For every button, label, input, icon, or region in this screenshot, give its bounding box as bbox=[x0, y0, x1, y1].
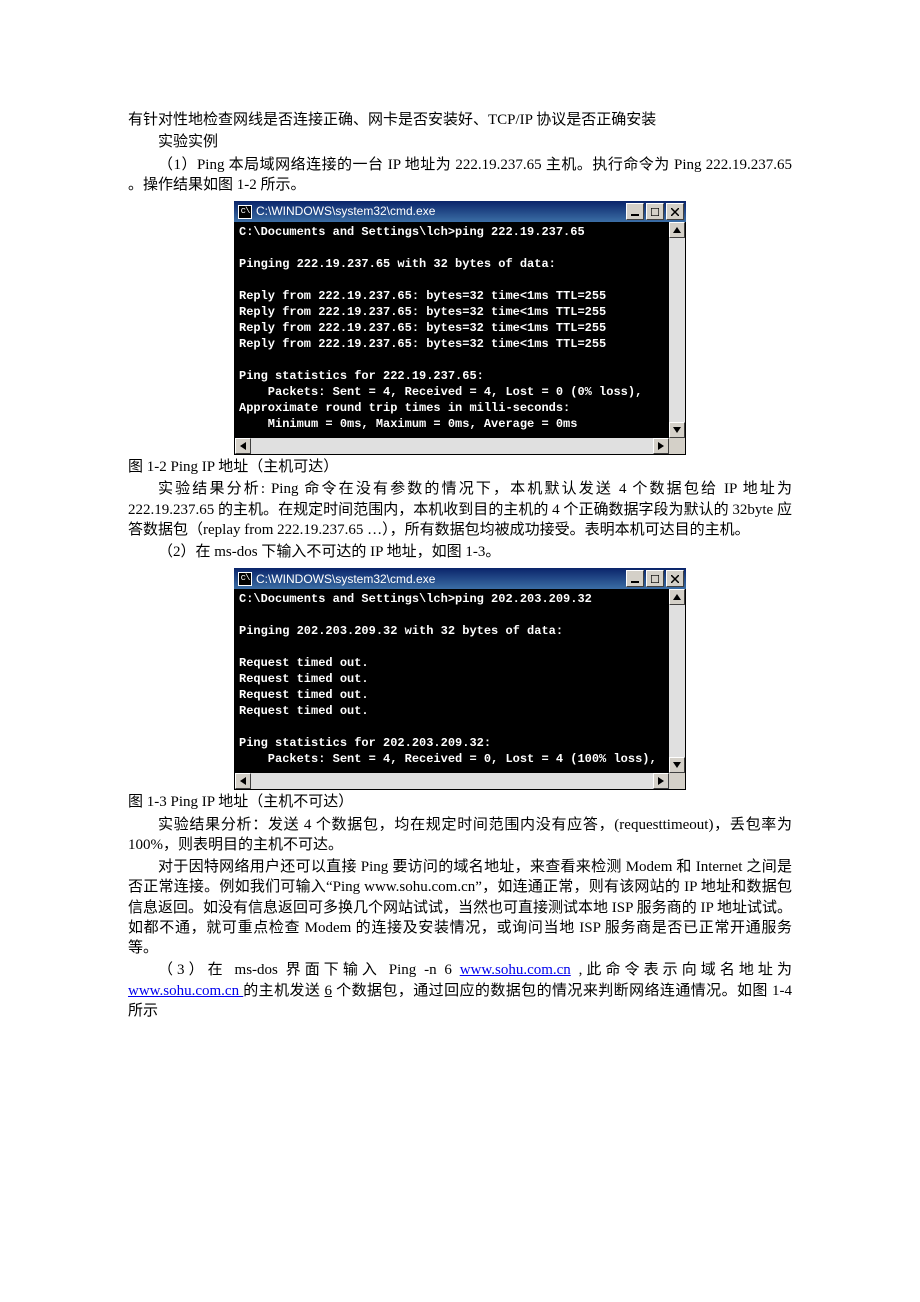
paragraph: （1）Ping 本局域网络连接的一台 IP 地址为 222.19.237.65 … bbox=[128, 155, 792, 196]
scroll-up-button[interactable] bbox=[669, 589, 685, 605]
vertical-scrollbar[interactable] bbox=[669, 589, 685, 773]
scroll-left-button[interactable] bbox=[235, 773, 251, 789]
close-icon bbox=[671, 208, 679, 216]
close-icon bbox=[671, 575, 679, 583]
close-button[interactable] bbox=[666, 203, 684, 220]
scroll-corner bbox=[669, 773, 685, 789]
minimize-button[interactable] bbox=[626, 203, 644, 220]
chevron-down-icon bbox=[673, 762, 681, 768]
scroll-track[interactable] bbox=[251, 773, 653, 789]
scroll-corner bbox=[669, 438, 685, 454]
cmd-window: c\ C:\WINDOWS\system32\cmd.exe C:\Docume… bbox=[234, 201, 686, 455]
close-button[interactable] bbox=[666, 570, 684, 587]
link-sohu[interactable]: www.sohu.com.cn bbox=[128, 983, 243, 999]
cmd-output: C:\Documents and Settings\lch>ping 202.2… bbox=[235, 589, 669, 773]
cmd-icon: c\ bbox=[238, 205, 252, 219]
minimize-button[interactable] bbox=[626, 570, 644, 587]
paragraph: （3）在 ms-dos 界面下输入 Ping -n 6 www.sohu.com… bbox=[128, 960, 792, 1021]
minimize-icon bbox=[631, 208, 639, 216]
chevron-left-icon bbox=[240, 777, 246, 785]
scroll-track[interactable] bbox=[669, 605, 685, 757]
cmd-icon: c\ bbox=[238, 572, 252, 586]
paragraph: 对于因特网络用户还可以直接 Ping 要访问的域名地址，来查看来检测 Modem… bbox=[128, 857, 792, 958]
link-sohu[interactable]: www.sohu.com.cn bbox=[460, 962, 571, 978]
paragraph: 实验结果分析：发送 4 个数据包，均在规定时间范围内没有应答，(requestt… bbox=[128, 815, 792, 856]
paragraph: 实验实例 bbox=[128, 132, 792, 152]
scroll-track[interactable] bbox=[251, 438, 653, 454]
horizontal-scrollbar[interactable] bbox=[235, 438, 685, 454]
cmd-title-text: C:\WINDOWS\system32\cmd.exe bbox=[256, 571, 435, 587]
maximize-button[interactable] bbox=[646, 570, 664, 587]
maximize-icon bbox=[651, 208, 659, 216]
document-page: 有针对性地检查网线是否连接正确、网卡是否安装好、TCP/IP 协议是否正确安装 … bbox=[0, 0, 920, 1302]
figure-caption: 图 1-2 Ping IP 地址（主机可达） bbox=[128, 457, 792, 477]
chevron-left-icon bbox=[240, 442, 246, 450]
cmd-title-text: C:\WINDOWS\system32\cmd.exe bbox=[256, 203, 435, 219]
minimize-icon bbox=[631, 575, 639, 583]
text-underlined: 6 bbox=[325, 983, 333, 999]
scroll-right-button[interactable] bbox=[653, 438, 669, 454]
chevron-down-icon bbox=[673, 427, 681, 433]
paragraph: 有针对性地检查网线是否连接正确、网卡是否安装好、TCP/IP 协议是否正确安装 bbox=[128, 110, 792, 130]
cmd-window: c\ C:\WINDOWS\system32\cmd.exe C:\Docume… bbox=[234, 568, 686, 790]
paragraph: （2）在 ms-dos 下输入不可达的 IP 地址，如图 1-3。 bbox=[128, 542, 792, 562]
chevron-right-icon bbox=[658, 777, 664, 785]
scroll-up-button[interactable] bbox=[669, 222, 685, 238]
cmd-titlebar[interactable]: c\ C:\WINDOWS\system32\cmd.exe bbox=[234, 568, 686, 589]
chevron-up-icon bbox=[673, 594, 681, 600]
text: （3）在 ms-dos 界面下输入 Ping -n 6 bbox=[158, 962, 460, 978]
chevron-right-icon bbox=[658, 442, 664, 450]
vertical-scrollbar[interactable] bbox=[669, 222, 685, 438]
horizontal-scrollbar[interactable] bbox=[235, 773, 685, 789]
scroll-left-button[interactable] bbox=[235, 438, 251, 454]
chevron-up-icon bbox=[673, 227, 681, 233]
figure-caption: 图 1-3 Ping IP 地址（主机不可达） bbox=[128, 792, 792, 812]
scroll-down-button[interactable] bbox=[669, 757, 685, 773]
scroll-right-button[interactable] bbox=[653, 773, 669, 789]
cmd-titlebar[interactable]: c\ C:\WINDOWS\system32\cmd.exe bbox=[234, 201, 686, 222]
maximize-button[interactable] bbox=[646, 203, 664, 220]
scroll-down-button[interactable] bbox=[669, 422, 685, 438]
paragraph: 实验结果分析: Ping 命令在没有参数的情况下，本机默认发送 4 个数据包给 … bbox=[128, 479, 792, 540]
maximize-icon bbox=[651, 575, 659, 583]
cmd-output: C:\Documents and Settings\lch>ping 222.1… bbox=[235, 222, 669, 438]
scroll-track[interactable] bbox=[669, 238, 685, 422]
text: 的主机发送 bbox=[243, 983, 324, 999]
text: ,此命令表示向域名地址为 bbox=[571, 962, 792, 978]
